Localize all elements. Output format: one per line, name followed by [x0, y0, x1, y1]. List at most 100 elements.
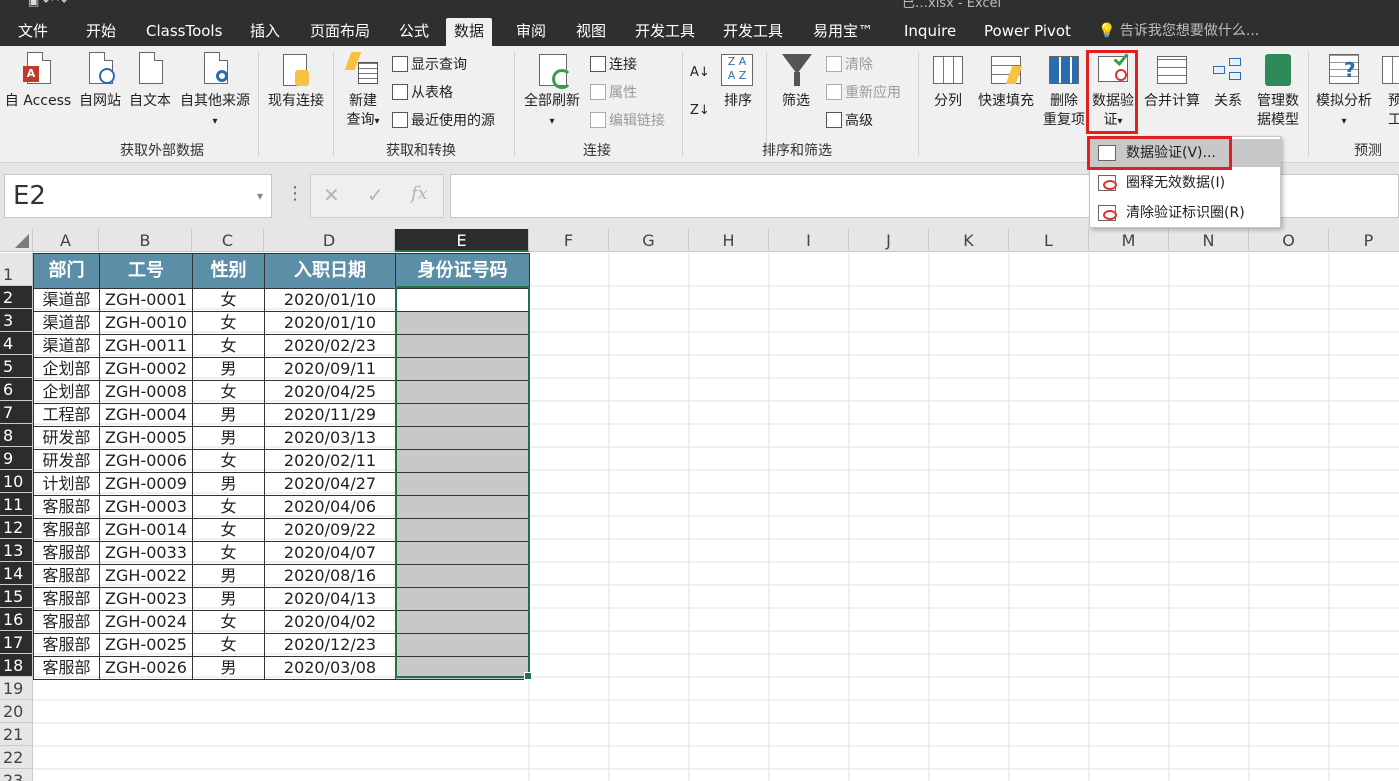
tab-classtools[interactable]: ClassTools: [138, 18, 230, 46]
row-header-13[interactable]: 13: [0, 539, 33, 562]
table-cell[interactable]: 2020/08/16: [264, 564, 396, 588]
row-header-22[interactable]: 22: [0, 746, 33, 769]
column-header-b[interactable]: B: [99, 229, 192, 252]
table-cell[interactable]: 渠道部: [33, 334, 100, 358]
tab-file[interactable]: 文件: [10, 18, 56, 46]
table-cell[interactable]: ZGH-0024: [99, 610, 193, 634]
table-cell[interactable]: ZGH-0005: [99, 426, 193, 450]
column-header-a[interactable]: A: [33, 229, 99, 252]
what-if-analysis-button[interactable]: 模拟分析▾: [1312, 52, 1376, 131]
table-cell[interactable]: 2020/01/10: [264, 311, 396, 335]
table-cell[interactable]: [395, 541, 530, 565]
select-all-corner[interactable]: [0, 229, 33, 252]
table-cell[interactable]: ZGH-0009: [99, 472, 193, 496]
connections-button[interactable]: 连接: [590, 54, 637, 76]
table-cell[interactable]: [395, 633, 530, 657]
existing-connections-button[interactable]: 现有连接: [264, 52, 328, 111]
table-cell[interactable]: [395, 564, 530, 588]
table-cell[interactable]: 男: [192, 472, 265, 496]
table-cell[interactable]: 2020/04/02: [264, 610, 396, 634]
column-header-d[interactable]: D: [264, 229, 395, 252]
table-cell[interactable]: 女: [192, 449, 265, 473]
quick-access-toolbar[interactable]: ▣ ↶ ↷: [28, 0, 67, 8]
table-cell[interactable]: ZGH-0001: [99, 288, 193, 312]
table-cell[interactable]: ZGH-0010: [99, 311, 193, 335]
table-cell[interactable]: 女: [192, 288, 265, 312]
table-cell[interactable]: 男: [192, 587, 265, 611]
table-cell[interactable]: 2020/04/06: [264, 495, 396, 519]
filter-button[interactable]: 筛选: [776, 52, 816, 111]
table-cell[interactable]: [395, 288, 530, 312]
name-box[interactable]: E2 ▾: [4, 174, 272, 218]
from-access-button[interactable]: A 自 Access: [2, 52, 74, 111]
tab-formulas[interactable]: 公式: [391, 18, 437, 46]
tab-developer-2[interactable]: 开发工具: [715, 18, 791, 46]
row-header-16[interactable]: 16: [0, 608, 33, 631]
table-cell[interactable]: 男: [192, 426, 265, 450]
chevron-down-icon[interactable]: ▾: [257, 175, 263, 217]
consolidate-button[interactable]: 合并计算: [1140, 52, 1204, 111]
tab-page-layout[interactable]: 页面布局: [302, 18, 378, 46]
table-cell[interactable]: 客服部: [33, 610, 100, 634]
tab-inquire[interactable]: Inquire: [896, 18, 964, 46]
enter-icon[interactable]: ✓: [367, 183, 384, 207]
tab-developer[interactable]: 开发工具: [627, 18, 703, 46]
tab-yiyongbao[interactable]: 易用宝™: [805, 18, 881, 46]
row-header-12[interactable]: 12: [0, 516, 33, 539]
table-cell[interactable]: ZGH-0002: [99, 357, 193, 381]
tab-view[interactable]: 视图: [568, 18, 614, 46]
clear-filter-button[interactable]: 清除: [826, 54, 873, 76]
tab-review[interactable]: 审阅: [508, 18, 554, 46]
column-header-k[interactable]: K: [929, 229, 1009, 252]
table-cell[interactable]: 2020/12/23: [264, 633, 396, 657]
table-cell[interactable]: 2020/02/11: [264, 449, 396, 473]
row-header-5[interactable]: 5: [0, 355, 33, 378]
table-cell[interactable]: ZGH-0011: [99, 334, 193, 358]
table-cell[interactable]: 研发部: [33, 426, 100, 450]
table-cell[interactable]: 2020/04/13: [264, 587, 396, 611]
table-cell[interactable]: 2020/04/07: [264, 541, 396, 565]
table-cell[interactable]: 男: [192, 656, 265, 680]
table-cell[interactable]: 女: [192, 610, 265, 634]
row-header-11[interactable]: 11: [0, 493, 33, 516]
header-cell[interactable]: 工号: [99, 253, 193, 289]
row-header-18[interactable]: 18: [0, 654, 33, 677]
table-cell[interactable]: 男: [192, 403, 265, 427]
manage-data-model-button[interactable]: 管理数 据模型: [1252, 52, 1304, 130]
column-header-f[interactable]: F: [529, 229, 609, 252]
table-cell[interactable]: 客服部: [33, 518, 100, 542]
table-cell[interactable]: 2020/09/22: [264, 518, 396, 542]
menu-item-circle-invalid[interactable]: 圈释无效数据(I): [1090, 169, 1280, 197]
table-cell[interactable]: [395, 610, 530, 634]
new-query-button[interactable]: 新建 查询▾: [338, 52, 388, 131]
header-cell[interactable]: 性别: [192, 253, 265, 289]
table-cell[interactable]: 女: [192, 633, 265, 657]
row-header-1[interactable]: 1: [0, 253, 33, 286]
row-header-17[interactable]: 17: [0, 631, 33, 654]
table-cell[interactable]: 企划部: [33, 380, 100, 404]
sort-button[interactable]: Z AA Z 排序: [718, 52, 758, 111]
table-cell[interactable]: [395, 656, 530, 680]
row-header-19[interactable]: 19: [0, 677, 33, 700]
table-cell[interactable]: ZGH-0022: [99, 564, 193, 588]
table-cell[interactable]: [395, 472, 530, 496]
table-cell[interactable]: 客服部: [33, 656, 100, 680]
cancel-icon[interactable]: ✕: [323, 183, 340, 207]
column-header-n[interactable]: N: [1169, 229, 1249, 252]
row-header-2[interactable]: 2: [0, 286, 33, 309]
row-header-15[interactable]: 15: [0, 585, 33, 608]
table-cell[interactable]: 2020/03/13: [264, 426, 396, 450]
table-cell[interactable]: [395, 311, 530, 335]
more-options-icon[interactable]: ⋮: [286, 185, 304, 203]
column-header-l[interactable]: L: [1009, 229, 1089, 252]
column-header-g[interactable]: G: [609, 229, 689, 252]
table-cell[interactable]: 2020/09/11: [264, 357, 396, 381]
table-cell[interactable]: 2020/02/23: [264, 334, 396, 358]
table-cell[interactable]: 企划部: [33, 357, 100, 381]
table-cell[interactable]: 工程部: [33, 403, 100, 427]
tab-insert[interactable]: 插入: [242, 18, 288, 46]
text-to-columns-button[interactable]: 分列: [926, 52, 970, 111]
row-header-3[interactable]: 3: [0, 309, 33, 332]
table-cell[interactable]: ZGH-0004: [99, 403, 193, 427]
row-header-9[interactable]: 9: [0, 447, 33, 470]
